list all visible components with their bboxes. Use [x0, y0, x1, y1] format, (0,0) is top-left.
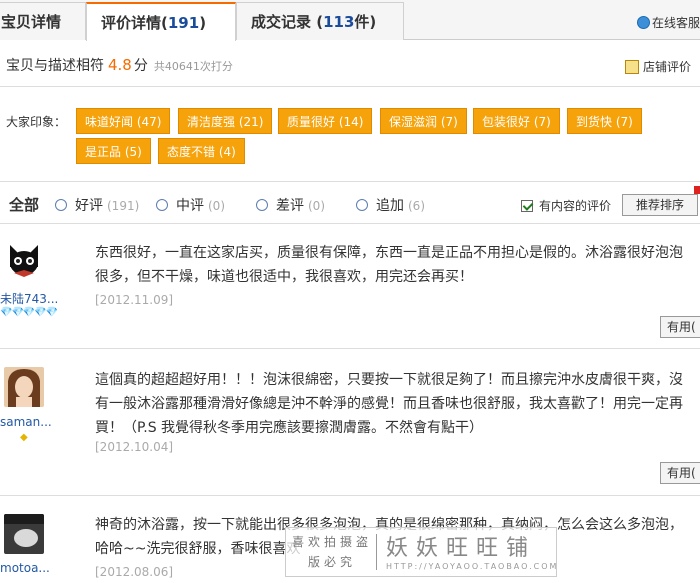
- impression-tag[interactable]: 质量很好 (14): [278, 108, 373, 134]
- reviewer-rank: 💎💎💎💎💎: [0, 307, 58, 318]
- watermark: 喜欢拍摄盗版必究 妖妖旺旺铺 HTTP://YAOYAOO.TAOBAO.COM: [285, 527, 557, 577]
- tab-transactions[interactable]: 成交记录 (113件): [236, 2, 404, 40]
- review-item: 未陆743... 💎💎💎💎💎 东西很好，一直在这家店买，质量很有保障，东西一直是…: [0, 225, 700, 349]
- tab-item-details[interactable]: 宝贝详情: [0, 2, 86, 40]
- chat-bubble-icon: [636, 16, 650, 29]
- tab-count-suffix: 件: [354, 13, 370, 31]
- review-filter-bar: 全部 好评 (191) 中评 (0) 差评 (0) 追加 (6) 有内容的评价 推荐排序: [0, 181, 700, 224]
- review-text: 這個真的超超超好用！！！泡沫很綿密，只要按一下就很足夠了！而且擦完沖水皮膚很干爽…: [95, 372, 683, 436]
- description-match-score: 宝贝与描述相符 4.8 分共40641次打分: [6, 55, 233, 75]
- useful-button[interactable]: 有用(: [660, 316, 700, 338]
- reviewer-name[interactable]: motoa...: [0, 561, 50, 575]
- impression-tag[interactable]: 是正品 (5): [76, 138, 151, 164]
- impressions-panel: 大家印象： 味道好闻 (47) 清洁度强 (21) 质量很好 (14) 保湿滋润…: [0, 88, 700, 180]
- impression-tag[interactable]: 到货快 (7): [567, 108, 642, 134]
- filter-negative[interactable]: 差评 (0): [256, 195, 325, 215]
- shop-rating-link[interactable]: 店铺评价: [625, 58, 691, 75]
- impression-tag[interactable]: 态度不错 (4): [158, 138, 245, 164]
- tab-reviews[interactable]: 评价详情(191): [86, 2, 236, 41]
- checkbox-checked-icon: [521, 200, 533, 212]
- with-content-label: 有内容的评价: [539, 199, 612, 213]
- useful-button[interactable]: 有用(: [660, 462, 700, 484]
- filter-neutral[interactable]: 中评 (0): [156, 195, 225, 215]
- tab-count: 113: [323, 13, 355, 31]
- radio-icon: [156, 199, 168, 211]
- tab-label: 成交记录: [251, 13, 312, 31]
- score-label: 宝贝与描述相符: [6, 58, 104, 74]
- filter-positive[interactable]: 好评 (191): [55, 195, 139, 215]
- watermark-divider: [376, 534, 377, 570]
- online-service-link[interactable]: 在线客服: [636, 14, 700, 31]
- filter-label: 差评: [276, 198, 304, 214]
- shop-rating-label: 店铺评价: [643, 60, 692, 74]
- score-value: 4.8: [108, 56, 132, 74]
- tab-label: 宝贝详情: [1, 13, 62, 31]
- score-unit: 分: [133, 58, 148, 74]
- shop-icon: [625, 60, 639, 74]
- filter-label: 好评: [75, 198, 103, 214]
- user-photo-avatar: [4, 514, 44, 554]
- flag-icon: [694, 186, 700, 194]
- reviewer-rank: ◆: [20, 432, 28, 443]
- watermark-shop-name: 妖妖旺旺铺: [386, 536, 537, 561]
- filter-count: (0): [308, 199, 325, 213]
- review-date: [2012.11.09]: [95, 293, 174, 307]
- sort-dropdown[interactable]: 推荐排序: [622, 194, 698, 216]
- user-photo-avatar: [4, 367, 44, 407]
- filter-label: 中评: [176, 198, 204, 214]
- score-count: 共40641次打分: [153, 60, 233, 73]
- review-date: [2012.10.04]: [95, 440, 174, 454]
- radio-icon: [356, 199, 368, 211]
- impression-tag[interactable]: 清洁度强 (21): [178, 108, 273, 134]
- impressions-label: 大家印象：: [6, 115, 67, 129]
- watermark-left-text: 喜欢拍摄盗版必究: [292, 535, 373, 569]
- watermark-url: HTTP://YAOYAOO.TAOBAO.COM: [386, 562, 559, 571]
- tab-label: 评价详情: [101, 14, 162, 32]
- impression-tag[interactable]: 味道好闻 (47): [76, 108, 171, 134]
- black-cat-avatar: [4, 239, 44, 279]
- impression-tag[interactable]: 包装很好 (7): [473, 108, 560, 134]
- with-content-checkbox[interactable]: 有内容的评价: [521, 197, 611, 214]
- radio-icon: [55, 199, 67, 211]
- review-text: 东西很好，一直在这家店买，质量很有保障，东西一直是正品不用担心是假的。沐浴露很好…: [95, 245, 683, 285]
- filter-all[interactable]: 全部: [9, 194, 39, 215]
- tab-bar: 宝贝详情 评价详情(191) 成交记录 (113件) 在线客服: [0, 0, 700, 41]
- radio-icon: [256, 199, 268, 211]
- filter-label: 追加: [376, 198, 404, 214]
- online-service-label: 在线客服: [651, 16, 700, 30]
- tab-count: 191: [167, 14, 200, 32]
- filter-count: (0): [208, 199, 225, 213]
- impression-tag[interactable]: 保湿滋润 (7): [380, 108, 467, 134]
- filter-count: (6): [408, 199, 425, 213]
- filter-followup[interactable]: 追加 (6): [356, 195, 425, 215]
- reviewer-name[interactable]: saman...: [0, 415, 52, 429]
- review-item: saman... ◆ 這個真的超超超好用！！！泡沫很綿密，只要按一下就很足夠了！…: [0, 350, 700, 496]
- score-row: 宝贝与描述相符 4.8 分共40641次打分 店铺评价: [0, 41, 700, 87]
- review-date: [2012.08.06]: [95, 565, 174, 579]
- reviewer-name[interactable]: 未陆743...: [0, 290, 58, 307]
- filter-count: (191): [107, 199, 140, 213]
